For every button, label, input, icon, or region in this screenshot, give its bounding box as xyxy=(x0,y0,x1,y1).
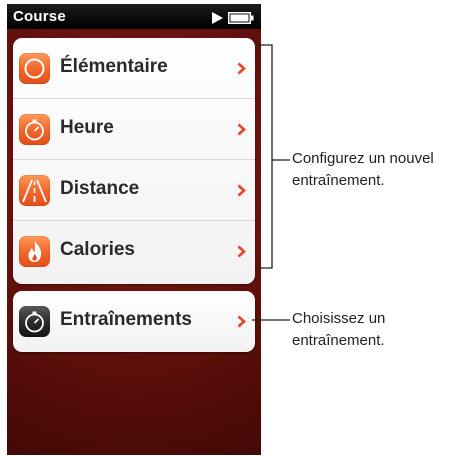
callout-choose-workout: Choisissez un entraînement. xyxy=(292,308,385,352)
callout-new-workout: Configurez un nouvel entraînement. xyxy=(292,148,434,192)
callout-text: Choisissez un entraînement. xyxy=(292,310,386,349)
callout-lines xyxy=(252,44,290,321)
callout-text: Configurez un nouvel entraînement. xyxy=(292,150,434,189)
